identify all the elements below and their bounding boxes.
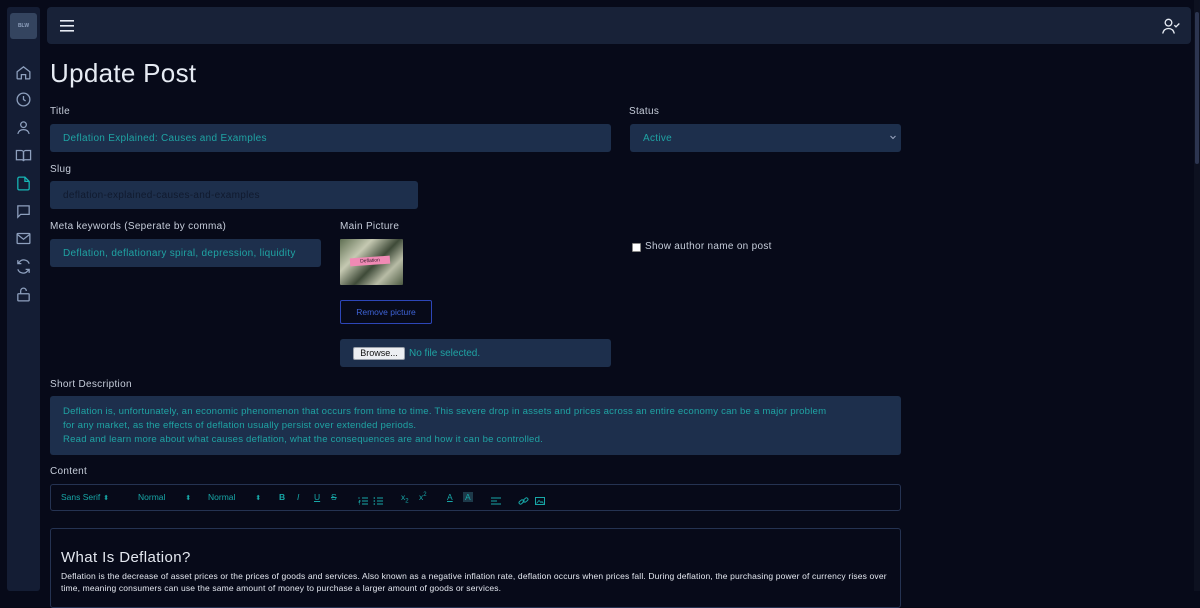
title-input[interactable]: Deflation Explained: Causes and Examples — [50, 124, 611, 152]
content-editor[interactable]: What Is Deflation? Deflation is the decr… — [50, 528, 901, 608]
editor-toolbar: Sans Serif ⬍ Normal ⬍ Normal ⬍ B I U S x2 x… — [50, 484, 901, 511]
refresh-icon[interactable] — [15, 258, 32, 275]
font-family-value: Sans Serif — [61, 492, 101, 502]
slug-input[interactable]: deflation-explained-causes-and-examples — [50, 181, 418, 209]
scrollbar-thumb[interactable] — [1195, 12, 1199, 164]
mail-icon[interactable] — [15, 230, 32, 247]
home-icon[interactable] — [15, 64, 32, 81]
subscript-icon[interactable]: x2 — [401, 492, 409, 505]
main-picture-label: Main Picture — [340, 221, 400, 232]
underline-icon[interactable]: U — [314, 492, 320, 502]
status-value: Active — [643, 132, 673, 144]
book-icon[interactable] — [15, 147, 32, 164]
editor-heading: What Is Deflation? — [61, 549, 191, 566]
link-icon[interactable] — [518, 493, 529, 505]
title-label: Title — [50, 106, 71, 117]
content-label: Content — [50, 466, 88, 477]
select-arrows-icon: ⬍ — [255, 495, 262, 502]
short-description-textarea[interactable]: Deflation is, unfortunately, an economic… — [50, 396, 901, 455]
main-picture-thumbnail: Deflation — [340, 239, 403, 285]
sidebar: BLW — [7, 7, 40, 591]
header-value: Normal — [208, 492, 236, 502]
bold-icon[interactable]: B — [279, 492, 285, 502]
top-navbar — [47, 7, 1191, 44]
short-description-line: Read and learn more about what causes de… — [63, 434, 543, 445]
status-select[interactable]: Active — [630, 124, 901, 152]
meta-keywords-input[interactable]: Deflation, deflationary spiral, depressi… — [50, 239, 321, 267]
italic-icon[interactable]: I — [297, 492, 299, 502]
file-input[interactable]: Browse... No file selected. — [340, 339, 611, 367]
font-family-select[interactable]: Sans Serif ⬍ — [61, 492, 109, 502]
clock-icon[interactable] — [15, 91, 32, 108]
page-title: Update Post — [50, 58, 197, 88]
text-color-icon[interactable]: A — [447, 492, 453, 502]
short-description-label: Short Description — [50, 379, 132, 390]
show-author-checkbox[interactable] — [632, 243, 641, 252]
show-author-label: Show author name on post — [645, 241, 772, 252]
font-size-select[interactable]: Normal ⬍ — [138, 492, 191, 502]
superscript-icon[interactable]: x2 — [419, 492, 427, 502]
browse-button[interactable]: Browse... — [353, 347, 405, 360]
file-status-text: No file selected. — [409, 348, 481, 359]
status-label: Status — [629, 106, 660, 117]
user-icon[interactable] — [15, 119, 32, 136]
strikethrough-icon[interactable]: S — [331, 492, 337, 502]
meta-keywords-label: Meta keywords (Seperate by comma) — [50, 221, 227, 232]
remove-picture-button[interactable]: Remove picture — [340, 300, 432, 324]
align-icon[interactable] — [491, 493, 501, 505]
chevron-down-icon — [889, 133, 897, 141]
message-icon[interactable] — [15, 203, 32, 220]
app-logo[interactable]: BLW — [10, 13, 37, 39]
slug-label: Slug — [50, 164, 72, 175]
picture-tag-text: Deflation — [349, 255, 391, 267]
select-arrows-icon: ⬍ — [103, 495, 110, 502]
ordered-list-icon[interactable] — [358, 493, 368, 505]
menu-icon[interactable] — [60, 19, 76, 33]
background-color-icon[interactable]: A — [463, 492, 473, 502]
short-description-line: for any market, as the effects of deflat… — [63, 420, 417, 431]
header-select[interactable]: Normal ⬍ — [208, 492, 261, 502]
unlock-icon[interactable] — [15, 286, 32, 303]
short-description-line: Deflation is, unfortunately, an economic… — [63, 406, 827, 417]
page-scrollbar[interactable] — [1194, 0, 1200, 591]
select-arrows-icon: ⬍ — [185, 495, 192, 502]
file-icon[interactable] — [15, 175, 32, 192]
image-icon[interactable] — [535, 493, 545, 505]
user-check-icon[interactable] — [1161, 16, 1181, 36]
bullet-list-icon[interactable] — [373, 493, 383, 505]
font-size-value: Normal — [138, 492, 166, 502]
